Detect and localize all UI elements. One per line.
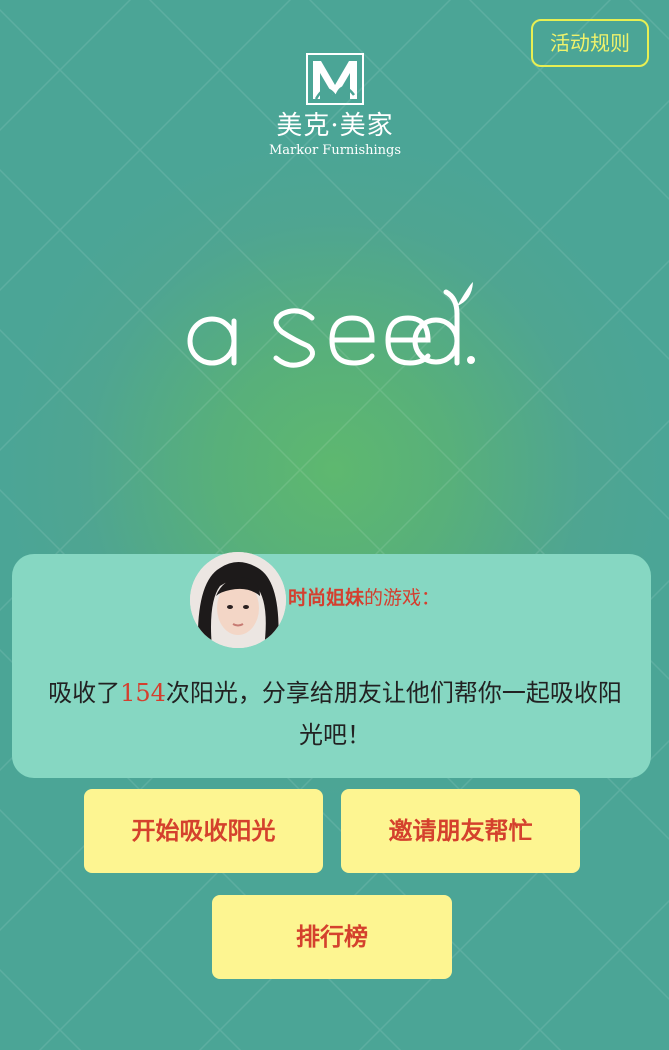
leaderboard-button[interactable]: 排行榜 bbox=[212, 895, 452, 979]
owner-name: 时尚姐妹 bbox=[288, 587, 365, 609]
start-absorbing-button[interactable]: 开始吸收阳光 bbox=[84, 789, 323, 873]
a-seed-logo-icon bbox=[187, 282, 475, 368]
sunlight-message: 吸收了154次阳光，分享给朋友让他们帮你一起吸收阳光吧！ bbox=[40, 672, 630, 756]
brand-name-en: Markor Furnishings bbox=[268, 143, 402, 158]
owner-suffix: 的游戏： bbox=[364, 587, 441, 609]
invite-friends-button[interactable]: 邀请朋友帮忙 bbox=[341, 789, 580, 873]
brand-name-cn: 美克·美家 bbox=[276, 111, 394, 141]
player-photo-icon bbox=[190, 552, 286, 648]
markor-m-logo-icon bbox=[306, 53, 364, 105]
message-suffix: 次阳光，分享给朋友让他们帮你一起吸收阳光吧！ bbox=[165, 679, 622, 749]
message-prefix: 吸收了 bbox=[48, 679, 121, 707]
avatar bbox=[190, 552, 286, 648]
game-owner-label: 时尚姐妹的游戏： bbox=[288, 585, 440, 611]
markor-logo: 美克·美家 Markor Furnishings bbox=[260, 53, 410, 168]
activity-rules-button[interactable]: 活动规则 bbox=[531, 19, 649, 67]
sunlight-count: 154 bbox=[120, 679, 166, 707]
